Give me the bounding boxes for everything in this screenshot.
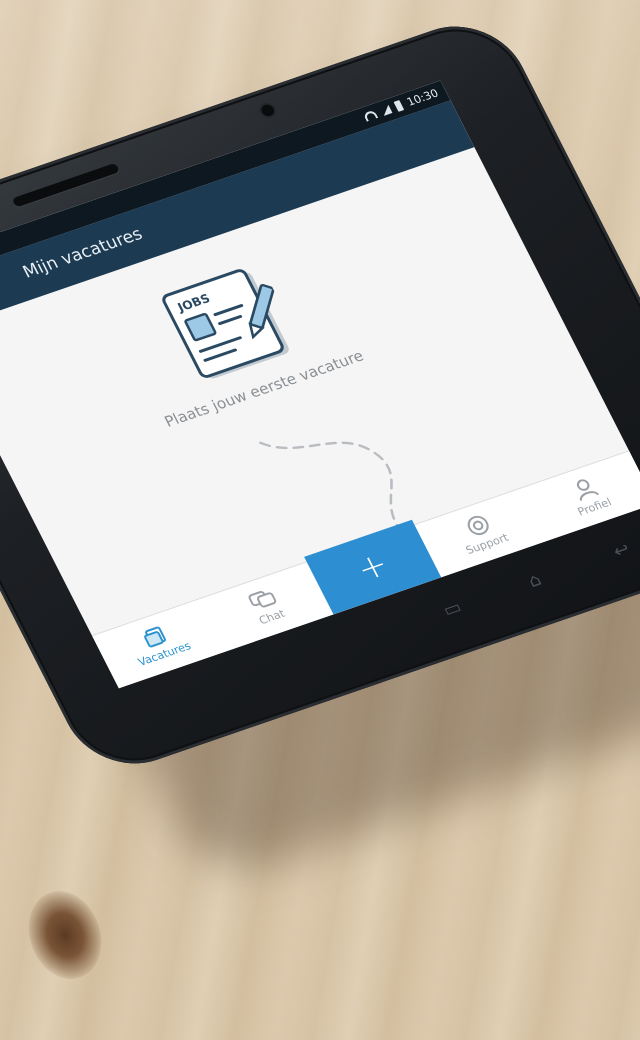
support-icon [467, 516, 489, 536]
menu-key-icon[interactable]: ▭ [439, 597, 465, 621]
wifi-icon [363, 109, 379, 122]
home-key-icon[interactable]: ⌂ [525, 569, 545, 592]
plus-icon: + [350, 544, 396, 590]
jobs-document-icon: JOBS [162, 269, 289, 379]
back-key-icon[interactable]: ↩ [610, 539, 634, 563]
battery-icon [393, 99, 405, 112]
profile-icon [577, 479, 600, 501]
signal-icon [380, 104, 393, 116]
